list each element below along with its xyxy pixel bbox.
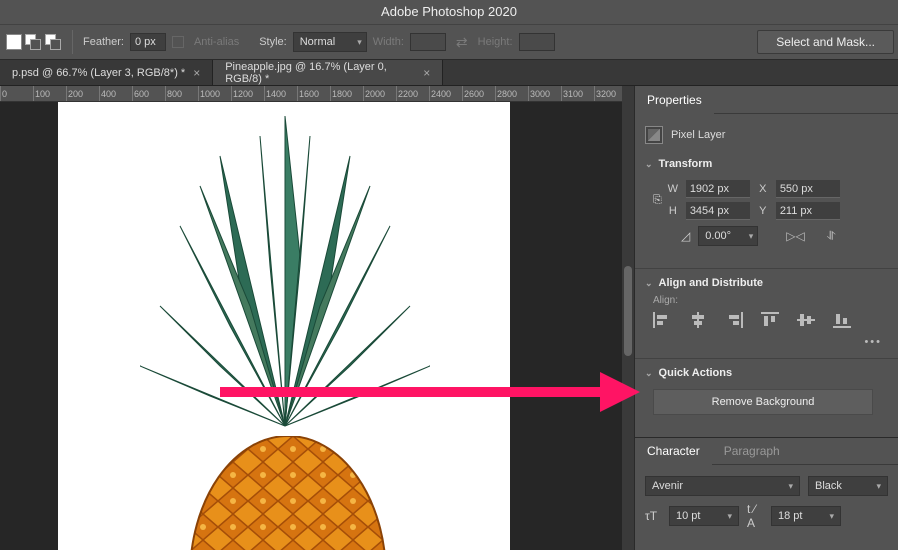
right-panels: Properties Pixel Layer ⌄ Transform ⎘ W <box>634 86 898 550</box>
close-icon[interactable]: × <box>193 66 200 80</box>
height-label: Height: <box>478 36 513 48</box>
pixel-layer-icon <box>645 126 663 144</box>
y-field[interactable] <box>776 202 840 220</box>
align-sublabel: Align: <box>645 293 888 312</box>
width-field[interactable] <box>686 180 750 198</box>
tab-paragraph[interactable]: Paragraph <box>712 438 792 464</box>
document-tabs: p.psd @ 66.7% (Layer 3, RGB/8*) * × Pine… <box>0 60 898 86</box>
flip-vertical-icon[interactable]: ⥯ <box>827 229 836 244</box>
align-hcenter-icon[interactable] <box>689 312 707 328</box>
h-label: H <box>666 205 680 217</box>
width-label: Width: <box>373 36 404 48</box>
font-weight-select[interactable]: Black <box>808 476 888 496</box>
antialias-label: Anti-alias <box>194 36 239 48</box>
antialias-checkbox <box>172 36 184 48</box>
remove-background-button[interactable]: Remove Background <box>653 389 873 415</box>
add-selection-icon[interactable] <box>24 33 42 51</box>
align-top-icon[interactable] <box>761 312 779 328</box>
chevron-down-icon: ⌄ <box>645 368 653 379</box>
section-align[interactable]: ⌄ Align and Distribute <box>645 273 888 293</box>
style-select[interactable]: Normal <box>293 32 367 52</box>
width-input <box>410 33 446 51</box>
align-left-icon[interactable] <box>653 312 671 328</box>
font-size-select[interactable]: 10 pt <box>669 506 739 526</box>
options-bar: Feather: Anti-alias Style: Normal Width:… <box>0 24 898 60</box>
app-titlebar: Adobe Photoshop 2020 <box>0 0 898 24</box>
angle-select[interactable]: 0.00° <box>698 226 758 246</box>
more-options-icon[interactable]: ••• <box>645 336 888 354</box>
section-quick-actions[interactable]: ⌄ Quick Actions <box>645 363 888 383</box>
document-tab[interactable]: Pineapple.jpg @ 16.7% (Layer 0, RGB/8) *… <box>213 60 443 85</box>
leading-select[interactable]: 18 pt <box>771 506 841 526</box>
scrollbar-thumb[interactable] <box>624 266 632 356</box>
y-label: Y <box>756 205 770 217</box>
ruler-horizontal: 0100200400600800100012001400160018002000… <box>0 86 622 102</box>
height-input <box>519 33 555 51</box>
divider <box>72 30 73 54</box>
feather-input[interactable] <box>130 33 166 51</box>
leading-icon: t ⁄ A <box>747 502 763 530</box>
chevron-down-icon: ⌄ <box>645 159 653 170</box>
style-label: Style: <box>259 36 287 48</box>
swap-wh-icon: ⇄ <box>452 34 472 51</box>
tab-character[interactable]: Character <box>635 439 712 465</box>
pineapple-image <box>140 106 430 436</box>
vertical-scrollbar[interactable] <box>622 86 634 550</box>
align-vcenter-icon[interactable] <box>797 312 815 328</box>
align-bottom-icon[interactable] <box>833 312 851 328</box>
canvas-area[interactable]: 0100200400600800100012001400160018002000… <box>0 86 622 550</box>
layer-type-label: Pixel Layer <box>671 129 725 141</box>
document-tab[interactable]: p.psd @ 66.7% (Layer 3, RGB/8*) * × <box>0 60 213 85</box>
x-label: X <box>756 183 770 195</box>
height-field[interactable] <box>686 202 750 220</box>
document-tab-label: Pineapple.jpg @ 16.7% (Layer 0, RGB/8) * <box>225 61 415 85</box>
tab-properties[interactable]: Properties <box>635 87 714 114</box>
subtract-selection-icon[interactable] <box>44 33 62 51</box>
feather-label: Feather: <box>83 36 124 48</box>
font-family-select[interactable]: Avenir <box>645 476 800 496</box>
selection-mode-icons <box>6 33 62 51</box>
w-label: W <box>666 183 680 195</box>
new-selection-icon[interactable] <box>6 34 22 50</box>
select-and-mask-button[interactable]: Select and Mask... <box>757 30 894 54</box>
link-wh-icon[interactable]: ⎘ <box>653 194 662 207</box>
close-icon[interactable]: × <box>423 66 430 80</box>
align-right-icon[interactable] <box>725 312 743 328</box>
document-tab-label: p.psd @ 66.7% (Layer 3, RGB/8*) * <box>12 67 185 79</box>
flip-horizontal-icon[interactable]: ▷◁ <box>786 229 804 244</box>
pineapple-image <box>188 436 388 550</box>
angle-icon: ◿ <box>681 229 690 243</box>
chevron-down-icon: ⌄ <box>645 278 653 289</box>
section-transform[interactable]: ⌄ Transform <box>645 154 888 174</box>
x-field[interactable] <box>776 180 840 198</box>
font-size-icon: τT <box>645 509 661 523</box>
